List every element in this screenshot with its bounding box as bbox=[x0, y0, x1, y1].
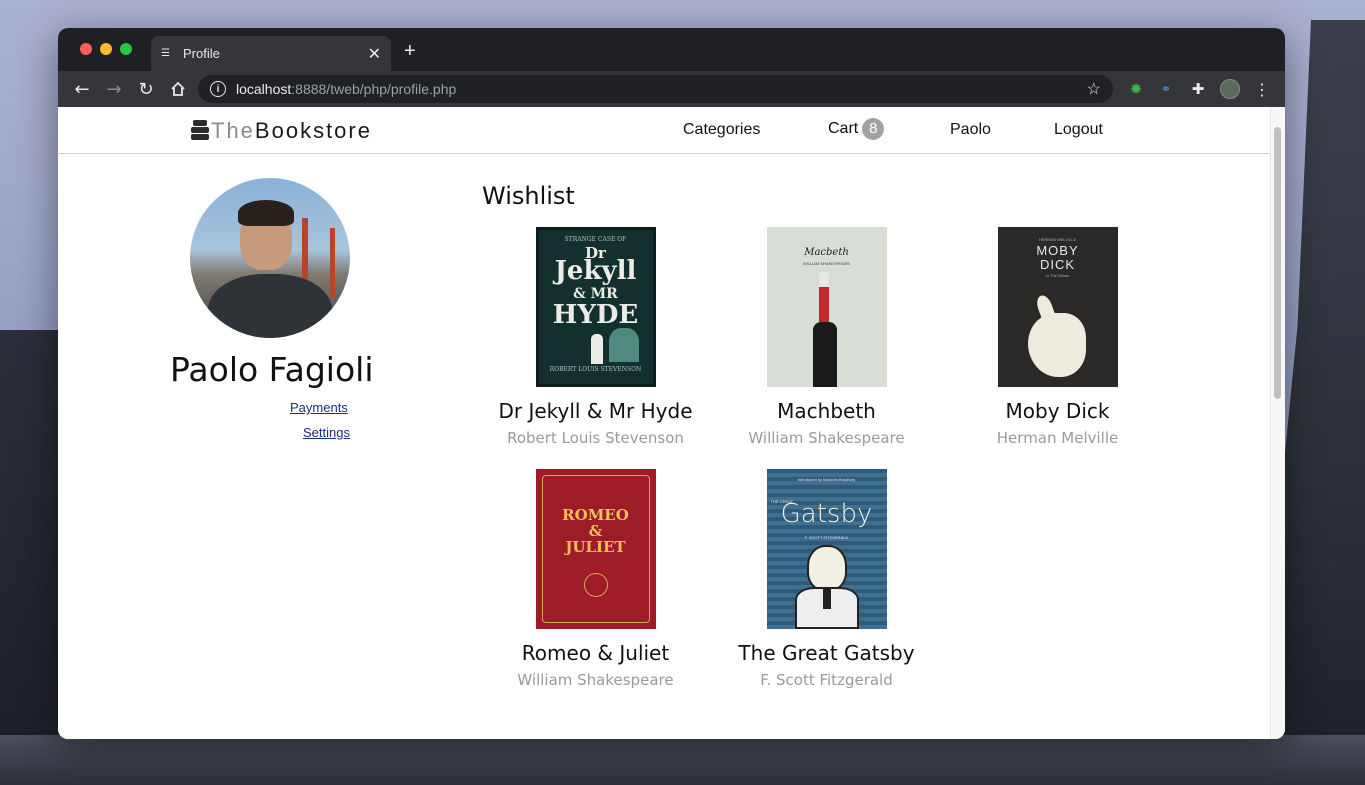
avatar bbox=[190, 178, 350, 338]
new-tab-button[interactable]: + bbox=[404, 40, 416, 63]
site-info-icon[interactable]: i bbox=[210, 81, 226, 97]
window-controls bbox=[80, 43, 132, 55]
logo-the: The bbox=[211, 118, 255, 143]
site-logo[interactable]: The Bookstore bbox=[191, 118, 372, 144]
extension-link-icon[interactable]: ⚭ bbox=[1154, 77, 1178, 101]
site-navbar: The Bookstore Categories Cart 8 Paolo Logo… bbox=[58, 107, 1285, 154]
tab-bar: ☰ Profile ✕ + bbox=[58, 28, 1285, 71]
browser-menu-icon[interactable]: ⋮ bbox=[1250, 77, 1274, 101]
book-author: William Shakespeare bbox=[748, 429, 905, 447]
address-bar[interactable]: i localhost:8888/tweb/php/profile.php ☆ bbox=[198, 75, 1113, 103]
book-title[interactable]: Machbeth bbox=[711, 399, 942, 423]
book-cover-great-gatsby[interactable]: Introduced by Malcolm Bradbury THE GREAT… bbox=[766, 469, 887, 629]
home-icon[interactable] bbox=[162, 75, 194, 103]
nav-categories[interactable]: Categories bbox=[683, 121, 760, 139]
back-arrow-icon[interactable]: ← bbox=[66, 75, 98, 103]
minimize-window-button[interactable] bbox=[100, 43, 112, 55]
profile-avatar-icon[interactable] bbox=[1218, 77, 1242, 101]
nav-cart[interactable]: Cart 8 bbox=[828, 118, 885, 140]
page-scrollbar[interactable] bbox=[1270, 107, 1285, 739]
profile-name: Paolo Fagioli bbox=[170, 350, 374, 389]
page-content: The Bookstore Categories Cart 8 Paolo Logo… bbox=[58, 107, 1285, 739]
book-title[interactable]: Romeo & Juliet bbox=[480, 641, 711, 665]
url-path: :8888/tweb/php/profile.php bbox=[291, 81, 457, 97]
forward-arrow-icon[interactable]: → bbox=[98, 75, 130, 103]
wishlist-book[interactable]: ROMEO & JULIET Romeo & Juliet William Sh… bbox=[480, 469, 711, 689]
book-cover-romeo-juliet[interactable]: ROMEO & JULIET bbox=[535, 469, 656, 629]
nav-logout[interactable]: Logout bbox=[1054, 121, 1103, 139]
books-logo-icon bbox=[191, 120, 209, 142]
bookmark-star-icon[interactable]: ☆ bbox=[1087, 79, 1101, 99]
book-cover-jekyll[interactable]: STRANGE CASE OF Dr Jekyll & MR HYDE ROBE… bbox=[535, 227, 656, 387]
book-author: Robert Louis Stevenson bbox=[507, 429, 684, 447]
nav-user[interactable]: Paolo bbox=[950, 121, 991, 139]
book-cover-macbeth[interactable]: Macbeth WILLIAM SHAKESPEARE bbox=[766, 227, 887, 387]
wallpaper-bottom bbox=[0, 735, 1365, 785]
book-title[interactable]: The Great Gatsby bbox=[711, 641, 942, 665]
settings-link[interactable]: Settings bbox=[303, 425, 350, 440]
wallpaper-rock-right bbox=[1275, 20, 1365, 785]
wishlist-book[interactable]: STRANGE CASE OF Dr Jekyll & MR HYDE ROBE… bbox=[480, 227, 711, 447]
book-author: William Shakespeare bbox=[517, 671, 674, 689]
wishlist-book[interactable]: Macbeth WILLIAM SHAKESPEARE Machbeth Wil… bbox=[711, 227, 942, 447]
cart-count-badge: 8 bbox=[862, 118, 885, 140]
wishlist-book[interactable]: HERMAN MELVILLE MOBY DICK or The Whale M… bbox=[942, 227, 1173, 447]
wishlist-title: Wishlist bbox=[482, 182, 575, 210]
main-area: Paolo Fagioli Payments Settings Wishlist… bbox=[58, 154, 1268, 739]
browser-toolbar: ← → ↻ i localhost:8888/tweb/php/profile.… bbox=[58, 71, 1285, 107]
close-tab-icon[interactable]: ✕ bbox=[368, 44, 381, 64]
page-favicon-icon: ☰ bbox=[161, 47, 170, 59]
book-title[interactable]: Dr Jekyll & Mr Hyde bbox=[480, 399, 711, 423]
tab-title: Profile bbox=[183, 46, 220, 61]
payments-link[interactable]: Payments bbox=[290, 400, 348, 415]
url-host: localhost bbox=[236, 81, 292, 97]
close-window-button[interactable] bbox=[80, 43, 92, 55]
logo-bookstore: Bookstore bbox=[254, 118, 372, 143]
scrollbar-thumb[interactable] bbox=[1274, 127, 1281, 399]
maximize-window-button[interactable] bbox=[120, 43, 132, 55]
book-author: Herman Melville bbox=[996, 429, 1119, 447]
extensions-puzzle-icon[interactable]: ✚ bbox=[1186, 77, 1210, 101]
browser-window: ☰ Profile ✕ + ← → ↻ i localhost:8888/twe… bbox=[58, 28, 1285, 739]
book-cover-moby-dick[interactable]: HERMAN MELVILLE MOBY DICK or The Whale bbox=[997, 227, 1118, 387]
book-title[interactable]: Moby Dick bbox=[942, 399, 1173, 423]
nav-cart-label: Cart bbox=[828, 120, 859, 138]
book-author: F. Scott Fitzgerald bbox=[760, 671, 893, 689]
tab-profile[interactable]: ☰ Profile ✕ bbox=[151, 36, 391, 71]
wishlist-book[interactable]: Introduced by Malcolm Bradbury THE GREAT… bbox=[711, 469, 942, 689]
extension-gear-icon[interactable]: ✹ bbox=[1124, 77, 1148, 101]
reload-icon[interactable]: ↻ bbox=[130, 75, 162, 103]
